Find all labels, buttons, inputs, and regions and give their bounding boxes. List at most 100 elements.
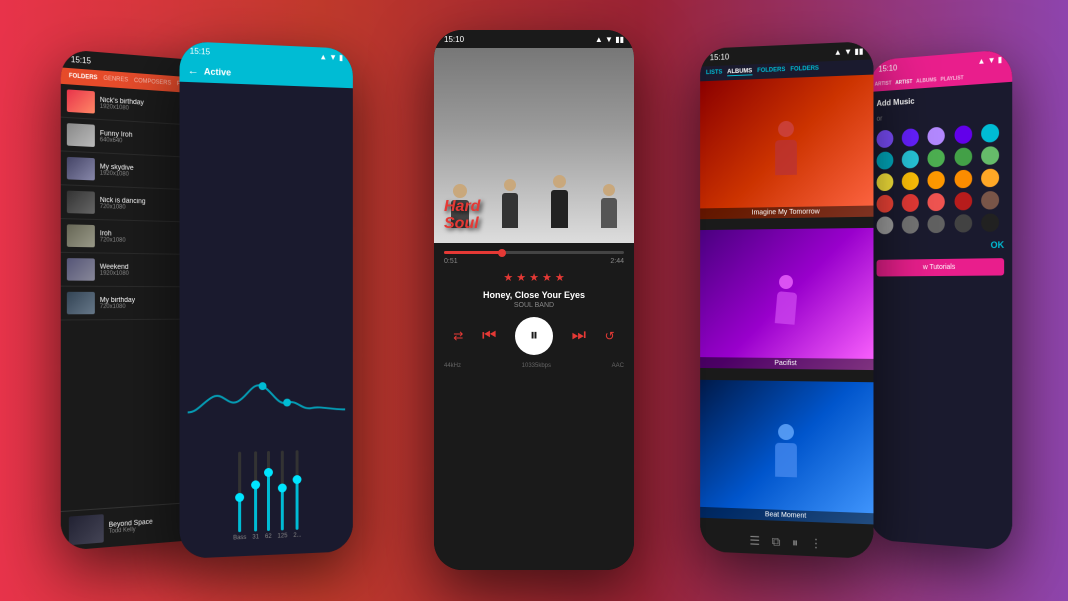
- audio-bitrate: 10335kbps: [522, 363, 551, 369]
- prev-button[interactable]: ⏮: [482, 327, 496, 345]
- color-dot-gray2[interactable]: [902, 216, 919, 234]
- color-dot-brown[interactable]: [981, 191, 999, 210]
- album-imagine-my-tomorrow[interactable]: Imagine My Tomorrow: [700, 75, 873, 220]
- color-dot-black[interactable]: [981, 213, 999, 232]
- color-section-label: or: [877, 108, 1005, 123]
- phone4-status-icons: ▲ ▼ ▮▮: [834, 46, 863, 56]
- color-dot-amber[interactable]: [902, 172, 919, 191]
- color-dot-darkred[interactable]: [954, 192, 972, 211]
- phone1-tab-composers[interactable]: COMPOSERS: [134, 78, 171, 87]
- color-dot-orange3[interactable]: [981, 168, 999, 187]
- playback-controls: ⇄ ⏮ ⏸ ⏭ ↺: [444, 317, 624, 355]
- phone2-status-icons: ▲ ▼ ▮: [319, 52, 343, 62]
- thumb-funny-iroh: [67, 123, 95, 147]
- color-dot-green1[interactable]: [928, 149, 945, 168]
- eq-slider-62[interactable]: 62: [265, 451, 272, 540]
- color-dot-green2[interactable]: [954, 147, 972, 166]
- album-title: Hard Soul: [444, 198, 480, 233]
- thumb-weekend: [67, 258, 95, 281]
- current-time: 0:51: [444, 258, 458, 265]
- phone1-tab-genres[interactable]: GENRES: [103, 76, 128, 84]
- phone2-eq-content: Bass 31 62: [180, 82, 353, 559]
- tab-folders-2[interactable]: FOLDERS: [790, 66, 819, 74]
- star-2: ★: [516, 271, 526, 284]
- album-art: Hard Soul: [434, 48, 634, 243]
- star-5: ★: [555, 271, 565, 284]
- audio-codec: AAC: [612, 363, 624, 369]
- eq-slider-bass[interactable]: Bass: [233, 452, 246, 542]
- color-dot-purple4[interactable]: [954, 125, 972, 144]
- album-beat-moment[interactable]: Beat Moment: [700, 379, 873, 524]
- album-pacifist[interactable]: Pacifist: [700, 228, 873, 370]
- phone-color-picker: 15:10 ▲ ▼ ▮ ARTIST ARTIST ALBUMS PLAYLIS…: [869, 49, 1012, 551]
- album-label-imagine: Imagine My Tomorrow: [700, 206, 873, 220]
- color-dot-red1[interactable]: [877, 195, 894, 213]
- tab-albums[interactable]: ALBUMS: [727, 68, 752, 76]
- phone2-title: Active: [204, 66, 231, 77]
- thumb-nick-bday: [67, 89, 95, 113]
- audio-frequency: 44kHz: [444, 363, 461, 369]
- color-dot-purple3[interactable]: [928, 127, 945, 146]
- album-grid: Imagine My Tomorrow Pacifist: [700, 75, 873, 534]
- color-dot-gray3[interactable]: [928, 215, 945, 233]
- star-rating[interactable]: ★ ★ ★ ★ ★: [444, 271, 624, 284]
- player-controls: 0:51 2:44 ★ ★ ★ ★ ★ Honey, Close Your Ey…: [434, 243, 634, 570]
- tab-playlist-5[interactable]: PLAYLIST: [940, 75, 963, 83]
- ok-button[interactable]: OK: [991, 240, 1005, 250]
- phone5-status-icons: ▲ ▼ ▮: [977, 54, 1002, 65]
- thumb-skydive: [67, 157, 95, 181]
- tab-lists[interactable]: LISTS: [706, 70, 722, 78]
- band-member-4: [601, 184, 617, 228]
- band-member-3: [551, 175, 568, 228]
- song-title: Honey, Close Your Eyes: [444, 290, 624, 300]
- album-label-pacifist: Pacifist: [700, 357, 873, 370]
- eq-slider-31[interactable]: 31: [252, 451, 259, 540]
- eq-sliders: Bass 31 62: [188, 449, 345, 543]
- star-3: ★: [529, 271, 539, 284]
- band-member-2: [502, 179, 518, 228]
- color-dot-purple1[interactable]: [877, 130, 894, 149]
- phone2-time: 15:15: [190, 46, 210, 56]
- phone3-status-bar: 15:10 ▲ ▼ ▮▮: [434, 30, 634, 48]
- thumb-iroh: [67, 224, 95, 247]
- tab-albums-5[interactable]: ALBUMS: [916, 77, 936, 84]
- color-dot-purple2[interactable]: [902, 128, 919, 147]
- eq-slider-250[interactable]: 2...: [293, 450, 301, 539]
- color-dot-teal2[interactable]: [902, 150, 919, 169]
- color-dot-teal1[interactable]: [877, 151, 894, 169]
- phone4-time: 15:10: [710, 52, 729, 62]
- song-artist: SOUL BAND: [444, 302, 624, 309]
- audio-info: 44kHz 10335kbps AAC: [444, 363, 624, 369]
- progress-bar[interactable]: [444, 251, 624, 254]
- eq-slider-125[interactable]: 125: [278, 450, 288, 539]
- tab-artist-1[interactable]: ARTIST: [875, 81, 892, 88]
- phone1-time: 15:15: [71, 54, 91, 65]
- color-dot-green3[interactable]: [981, 146, 999, 165]
- pause-icon[interactable]: ⏸: [792, 535, 798, 550]
- color-dot-red2[interactable]: [902, 194, 919, 212]
- more-icon[interactable]: ⋮: [810, 536, 822, 552]
- pause-button[interactable]: ⏸: [515, 317, 553, 355]
- filter-icon[interactable]: ☰: [749, 534, 760, 549]
- shuffle-button[interactable]: ⇄: [453, 329, 463, 343]
- phone1-tab-folders[interactable]: FOLDERS: [69, 73, 98, 81]
- color-dot-cyan[interactable]: [981, 124, 999, 143]
- color-dot-gray4[interactable]: [954, 214, 972, 233]
- tab-artist-2[interactable]: ARTIST: [895, 79, 912, 86]
- phones-container: 15:15 ▲ FOLDERS GENRES COMPOSERS P... Ni…: [0, 0, 1068, 601]
- phone5-time: 15:10: [878, 63, 897, 73]
- color-palette: [877, 123, 1005, 234]
- tab-folders-1[interactable]: FOLDERS: [757, 67, 785, 75]
- copy-icon[interactable]: ⧉: [772, 534, 780, 549]
- back-arrow-icon[interactable]: ←: [188, 65, 199, 78]
- color-dot-orange2[interactable]: [954, 170, 972, 189]
- tutorials-button[interactable]: w Tutorials: [877, 258, 1005, 276]
- time-display: 0:51 2:44: [444, 258, 624, 265]
- color-dot-yellow[interactable]: [877, 173, 894, 191]
- color-dot-red3[interactable]: [928, 193, 945, 212]
- repeat-button[interactable]: ↺: [605, 329, 615, 343]
- next-button[interactable]: ⏭: [572, 327, 586, 345]
- color-dot-gray1[interactable]: [877, 216, 894, 234]
- color-dot-orange1[interactable]: [928, 171, 945, 190]
- star-1: ★: [503, 271, 513, 284]
